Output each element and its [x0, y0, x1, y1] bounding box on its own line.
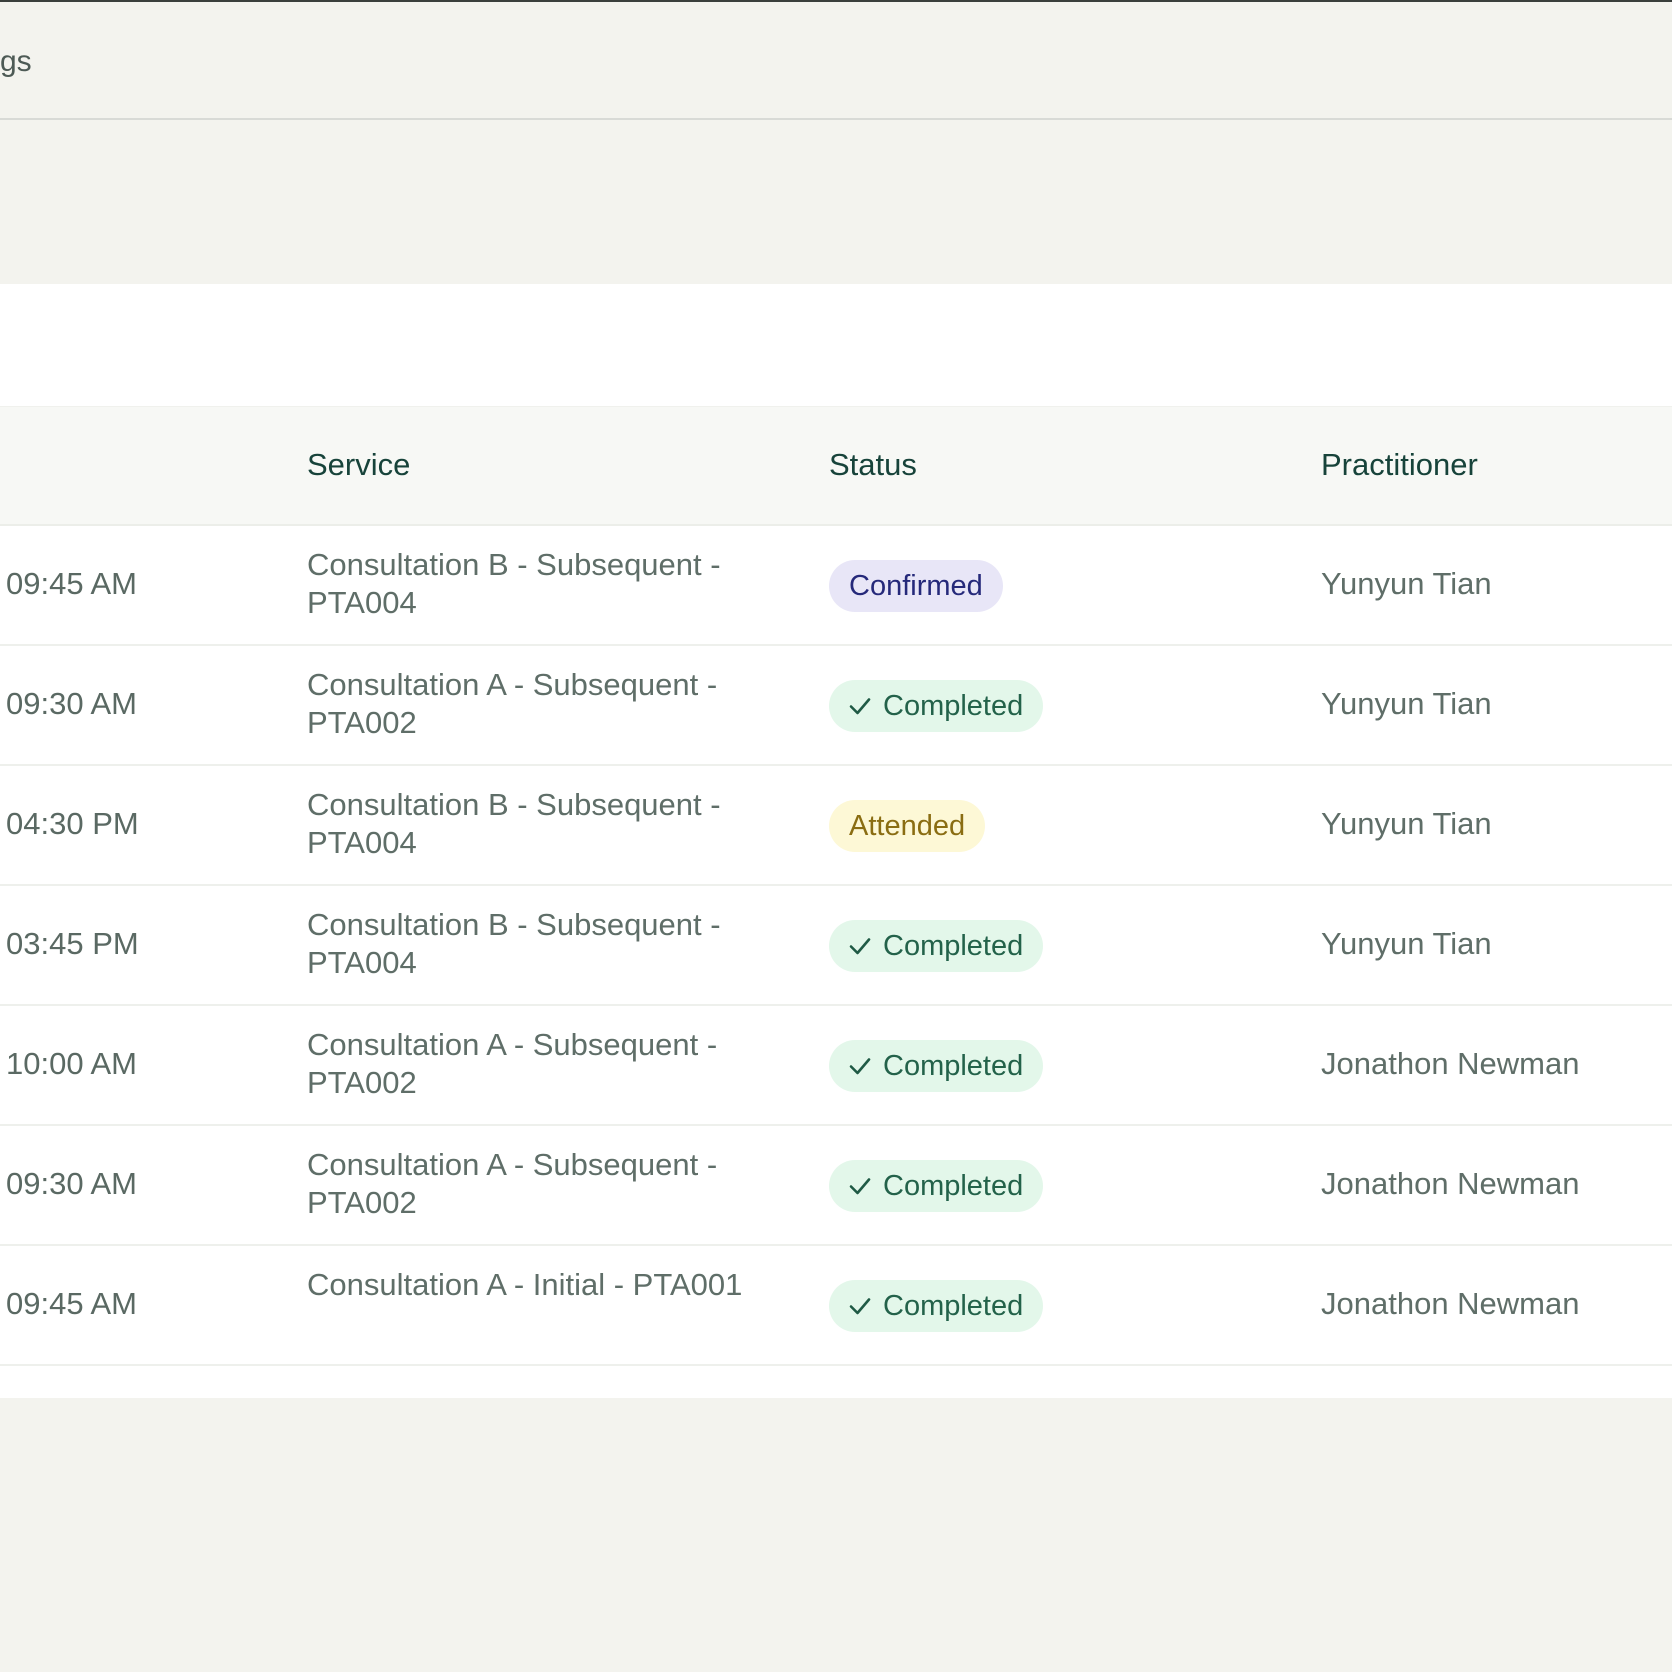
booking-service: Consultation B - Subsequent - PTA004	[307, 787, 721, 860]
table-row[interactable]: 09:45 AM Consultation B - Subsequent - PT…	[0, 526, 1672, 646]
booking-time: 03:45 PM	[6, 926, 139, 961]
table-row[interactable]: 03:45 PM Consultation B - Subsequent - PT…	[0, 886, 1672, 1006]
column-header-status[interactable]: Status	[829, 445, 917, 485]
checkmark-icon	[849, 935, 871, 957]
status-badge: Confirmed	[829, 560, 1003, 612]
table-row[interactable]: 09:30 AM Consultation A - Subsequent - PT…	[0, 646, 1672, 766]
checkmark-icon	[849, 1055, 871, 1077]
table-header-row: Service Status Practitioner	[0, 406, 1672, 526]
page-title: gs	[0, 45, 32, 78]
table-row[interactable]: 09:45 AM Consultation A - Initial - PTA00…	[0, 1246, 1672, 1366]
booking-service: Consultation B - Subsequent - PTA004	[307, 907, 721, 980]
status-label: Completed	[883, 690, 1024, 722]
booking-service: Consultation B - Subsequent - PTA004	[307, 547, 721, 620]
booking-practitioner: Yunyun Tian	[1321, 566, 1492, 601]
column-header-practitioner[interactable]: Practitioner	[1321, 445, 1478, 485]
booking-practitioner: Jonathon Newman	[1321, 1286, 1580, 1321]
table-row[interactable]: 04:30 PM Consultation B - Subsequent - PT…	[0, 766, 1672, 886]
booking-practitioner: Jonathon Newman	[1321, 1166, 1580, 1201]
column-header-service[interactable]: Service	[307, 445, 410, 485]
status-badge: Completed	[829, 920, 1044, 972]
status-label: Completed	[883, 1050, 1024, 1082]
booking-service: Consultation A - Subsequent - PTA002	[307, 1027, 718, 1100]
booking-service: Consultation A - Initial - PTA001	[307, 1267, 743, 1302]
booking-practitioner: Yunyun Tian	[1321, 806, 1492, 841]
booking-time: 09:30 AM	[6, 686, 137, 721]
status-label: Attended	[849, 810, 966, 842]
checkmark-icon	[849, 695, 871, 717]
booking-time: 09:45 AM	[6, 566, 137, 601]
table-row[interactable]: 10:00 AM Consultation A - Subsequent - PT…	[0, 1006, 1672, 1126]
booking-time: 10:00 AM	[6, 1046, 137, 1081]
checkmark-icon	[849, 1175, 871, 1197]
booking-practitioner: Jonathon Newman	[1321, 1046, 1580, 1081]
status-label: Completed	[883, 1290, 1024, 1322]
booking-service: Consultation A - Subsequent - PTA002	[307, 1147, 718, 1220]
status-badge: Completed	[829, 1040, 1044, 1092]
checkmark-icon	[849, 1295, 871, 1317]
booking-practitioner: Yunyun Tian	[1321, 686, 1492, 721]
status-badge: Attended	[829, 800, 986, 852]
booking-time: 09:45 AM	[6, 1286, 137, 1321]
booking-service: Consultation A - Subsequent - PTA002	[307, 667, 718, 740]
status-label: Completed	[883, 1170, 1024, 1202]
bookings-table-card: Service Status Practitioner 09:45 AM Cons…	[0, 284, 1672, 1398]
status-badge: Completed	[829, 1280, 1044, 1332]
page-header: gs	[0, 2, 1672, 120]
booking-time: 04:30 PM	[6, 806, 139, 841]
booking-time: 09:30 AM	[6, 1166, 137, 1201]
status-label: Completed	[883, 930, 1024, 962]
status-badge: Completed	[829, 1160, 1044, 1212]
status-label: Confirmed	[849, 570, 983, 602]
table-row[interactable]: 09:30 AM Consultation A - Subsequent - PT…	[0, 1126, 1672, 1246]
status-badge: Completed	[829, 680, 1044, 732]
booking-practitioner: Yunyun Tian	[1321, 926, 1492, 961]
